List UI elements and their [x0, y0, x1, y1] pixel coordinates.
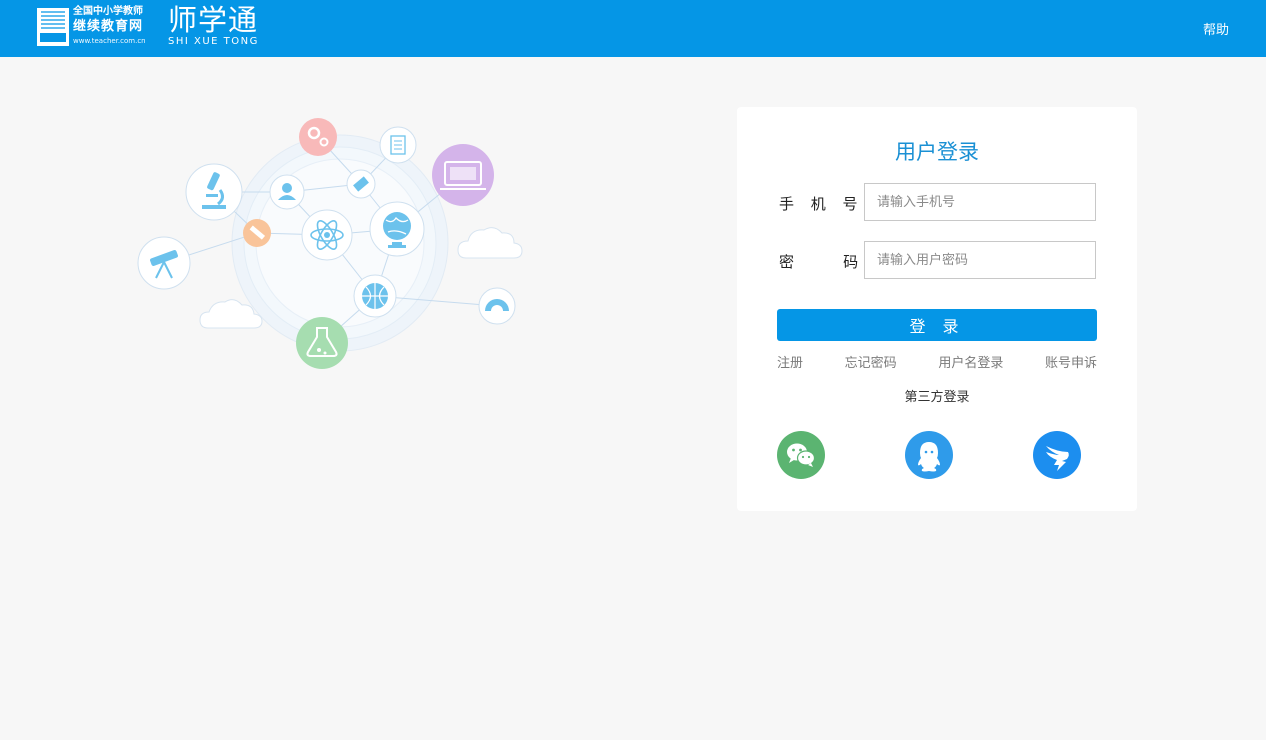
brand-name: 师学通 — [168, 3, 259, 37]
flask-icon — [296, 317, 348, 369]
wechat-login-button[interactable] — [777, 431, 825, 479]
top-header: 全国中小学教师 继续教育网 www.teacher.com.cn 师学通 SHI… — [0, 0, 1266, 57]
book-logo-icon — [37, 8, 69, 46]
third-party-title: 第三方登录 — [904, 390, 970, 405]
dingtalk-icon — [1046, 446, 1069, 471]
username-login-link[interactable]: 用户名登录 — [938, 352, 1003, 371]
globe-icon — [369, 201, 425, 257]
cloud-right-icon — [457, 227, 523, 259]
ball-icon — [353, 274, 397, 318]
qq-login-button[interactable] — [905, 431, 953, 479]
wechat-icon — [787, 443, 816, 467]
eraser-icon — [346, 169, 376, 199]
register-link[interactable]: 注册 — [777, 352, 803, 371]
account-appeal-link[interactable]: 账号申诉 — [1045, 352, 1097, 371]
logo-line1: 全国中小学教师 — [73, 6, 143, 17]
login-title: 用户登录 — [895, 140, 979, 164]
help-link[interactable]: 帮助 — [1203, 19, 1229, 38]
logo-text: 全国中小学教师 继续教育网 www.teacher.com.cn — [73, 7, 146, 47]
password-label: 密 码: — [779, 253, 876, 271]
gears-icon — [299, 118, 337, 156]
illustration-svg — [137, 118, 523, 369]
telescope-icon — [137, 236, 191, 290]
atom-icon — [301, 209, 353, 261]
laptop-icon — [432, 144, 494, 206]
logo-line2: 继续教育网 — [73, 19, 144, 34]
login-button[interactable]: 登 录 — [777, 309, 1097, 341]
login-card: 用户登录 手 机 号: 密 码: 登 录 注册 忘记密码 用户名登录 账号申诉 … — [737, 107, 1137, 511]
logo-url: www.teacher.com.cn — [73, 37, 146, 45]
dingtalk-login-button[interactable] — [1033, 431, 1081, 479]
brand-subtitle: SHI XUE TONG — [168, 36, 259, 47]
document-icon — [379, 126, 417, 164]
user-icon — [269, 174, 305, 210]
auxiliary-links: 注册 忘记密码 用户名登录 账号申诉 — [777, 352, 1097, 371]
password-row: 密 码: — [777, 241, 1097, 279]
brand: 师学通 SHI XUE TONG — [168, 5, 259, 47]
qq-icon — [918, 442, 940, 472]
site-logo[interactable]: 全国中小学教师 继续教育网 www.teacher.com.cn — [37, 7, 146, 47]
password-input[interactable] — [864, 241, 1096, 279]
forgot-password-link[interactable]: 忘记密码 — [845, 352, 897, 371]
education-illustration — [130, 110, 550, 380]
pencil-icon — [243, 219, 271, 247]
phone-label: 手 机 号: — [779, 195, 875, 213]
phone-row: 手 机 号: — [777, 183, 1097, 221]
protractor-icon — [478, 287, 516, 325]
microscope-icon — [185, 163, 243, 221]
phone-input[interactable] — [864, 183, 1096, 221]
